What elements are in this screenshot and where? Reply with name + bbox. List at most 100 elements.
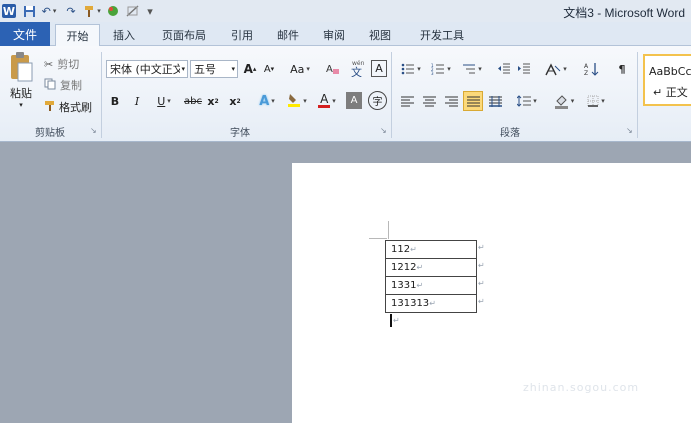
group-divider: [391, 52, 392, 138]
svg-text:3: 3: [431, 71, 434, 75]
border-icon: [587, 95, 599, 107]
cut-button[interactable]: ✂ 剪切: [44, 56, 88, 72]
tab-view[interactable]: 视图: [360, 24, 400, 46]
scissors-icon: ✂: [44, 57, 54, 71]
change-case-button[interactable]: Aa ▾: [287, 60, 313, 78]
clipboard-launcher-icon[interactable]: ↘: [90, 126, 97, 135]
phonetic-guide-icon[interactable]: wén 文: [347, 58, 367, 78]
chevron-down-icon: ▾: [181, 65, 185, 73]
table-cell[interactable]: 112↵: [385, 240, 477, 259]
borders-button[interactable]: ▾: [582, 92, 610, 110]
align-left-icon[interactable]: [398, 92, 416, 110]
font-color-button[interactable]: A ▾: [314, 91, 340, 111]
numbering-button[interactable]: 1 2 3 ▾: [428, 60, 454, 78]
font-name-combo[interactable]: 宋体 (中文正文 ▾: [106, 60, 188, 78]
save-icon[interactable]: [22, 3, 36, 19]
bullets-icon: [401, 63, 415, 75]
chinese-layout-button[interactable]: ▾: [542, 60, 570, 78]
paste-dropdown[interactable]: ▾: [14, 100, 28, 110]
numbering-icon: 123: [431, 63, 445, 75]
font-launcher-icon[interactable]: ↘: [380, 126, 387, 135]
undo-icon[interactable]: ↶ ▾: [40, 3, 58, 19]
multilevel-list-button[interactable]: ▾: [458, 60, 486, 78]
table-cell[interactable]: 131313↵: [385, 294, 477, 313]
italic-button[interactable]: I: [130, 92, 144, 110]
format-painter-button[interactable]: 格式刷: [44, 99, 96, 115]
underline-button[interactable]: U ▾: [152, 92, 176, 110]
table-cell[interactable]: 1331↵: [385, 276, 477, 295]
char-shading-button[interactable]: A: [346, 92, 362, 109]
row-end-mark: ↵: [478, 297, 485, 306]
margin-crop-mark: [369, 238, 387, 239]
sogou-logo-icon: [515, 338, 545, 369]
decrease-indent-icon[interactable]: [496, 60, 512, 78]
ribbon: 粘贴 ▾ ✂ 剪切 复制 格式刷 剪贴板 ↘ 宋体 (中文正文 ▾ 五号 ▾ A ▴ A…: [0, 46, 691, 142]
tab-file[interactable]: 文件: [0, 22, 50, 46]
color-ball-icon[interactable]: [106, 3, 120, 19]
table-row: 1331↵: [385, 276, 477, 295]
document-table[interactable]: 112↵ 1212↵ 1331↵ 131313↵: [385, 240, 477, 313]
grow-font-button[interactable]: A ▴: [242, 60, 258, 78]
redo-icon[interactable]: ↷: [64, 3, 78, 19]
show-marks-icon[interactable]: ¶: [614, 60, 630, 78]
char-border-button[interactable]: A: [371, 60, 387, 77]
ribbon-tab-row: 文件 开始 插入 页面布局 引用 邮件 审阅 视图 开发工具: [0, 22, 691, 47]
highlight-button[interactable]: ▾: [284, 91, 310, 111]
sogou-watermark-url: zhinan.sogou.com: [523, 381, 640, 394]
align-center-icon[interactable]: [420, 92, 438, 110]
text-effects-button[interactable]: A ▾: [254, 91, 280, 111]
line-spacing-icon: [517, 95, 532, 107]
font-group-label: 字体: [230, 128, 250, 139]
margin-crop-mark: [388, 221, 389, 239]
superscript-button[interactable]: x2: [228, 92, 242, 110]
clear-format-icon[interactable]: A: [323, 60, 341, 78]
style-name-text: ↵ 正文: [653, 85, 688, 99]
style-preview-text: AaBbCcD: [649, 64, 691, 78]
tab-developer[interactable]: 开发工具: [410, 24, 474, 46]
chevron-down-icon: ▾: [231, 65, 235, 73]
sort-icon[interactable]: AZ: [582, 60, 602, 78]
bullets-button[interactable]: ▾: [398, 60, 424, 78]
enclose-char-button[interactable]: 字: [368, 91, 387, 110]
row-end-mark: ↵: [478, 261, 485, 270]
highlighter-icon: [287, 92, 301, 111]
copy-button[interactable]: 复制: [44, 77, 88, 93]
distributed-icon[interactable]: [486, 92, 504, 110]
align-right-icon[interactable]: [442, 92, 460, 110]
tab-references[interactable]: 引用: [222, 24, 262, 46]
customize-qa-icon[interactable]: ▾: [144, 3, 156, 19]
tab-home[interactable]: 开始: [55, 24, 100, 47]
word-logo-icon[interactable]: W: [2, 4, 16, 18]
tab-page-layout[interactable]: 页面布局: [152, 24, 216, 46]
table-row: 1212↵: [385, 258, 477, 277]
tab-mailings[interactable]: 邮件: [268, 24, 308, 46]
paragraph-group-label: 段落: [500, 128, 520, 139]
increase-indent-icon[interactable]: [516, 60, 532, 78]
strikethrough-button[interactable]: abc: [182, 92, 204, 110]
shading-button[interactable]: ▾: [550, 91, 578, 111]
paste-button[interactable]: 粘贴: [4, 86, 38, 100]
format-painter-qa-icon[interactable]: ▾: [82, 3, 102, 19]
tab-insert[interactable]: 插入: [104, 24, 144, 46]
table-cell[interactable]: 1212↵: [385, 258, 477, 277]
subscript-button[interactable]: x2: [206, 92, 220, 110]
tab-review[interactable]: 审阅: [314, 24, 354, 46]
svg-text:A: A: [584, 63, 589, 70]
paragraph-mark: ↵: [393, 316, 400, 325]
svg-text:Z: Z: [584, 70, 588, 76]
brush-icon: [44, 100, 56, 115]
copy-icon: [44, 78, 56, 93]
paragraph-launcher-icon[interactable]: ↘: [626, 126, 633, 135]
shrink-font-button[interactable]: A ▾: [261, 60, 277, 78]
row-end-mark: ↵: [478, 279, 485, 288]
font-size-combo[interactable]: 五号 ▾: [190, 60, 238, 78]
line-spacing-button[interactable]: ▾: [514, 92, 540, 110]
draw-table-icon[interactable]: [124, 3, 140, 19]
bold-button[interactable]: B: [108, 92, 122, 110]
justify-icon[interactable]: [463, 91, 483, 111]
style-normal-tile[interactable]: AaBbCcD ↵ 正文: [643, 54, 691, 106]
group-divider: [637, 52, 638, 138]
group-divider: [101, 52, 102, 138]
paste-icon[interactable]: [6, 50, 36, 84]
table-row: 112↵: [385, 240, 477, 259]
